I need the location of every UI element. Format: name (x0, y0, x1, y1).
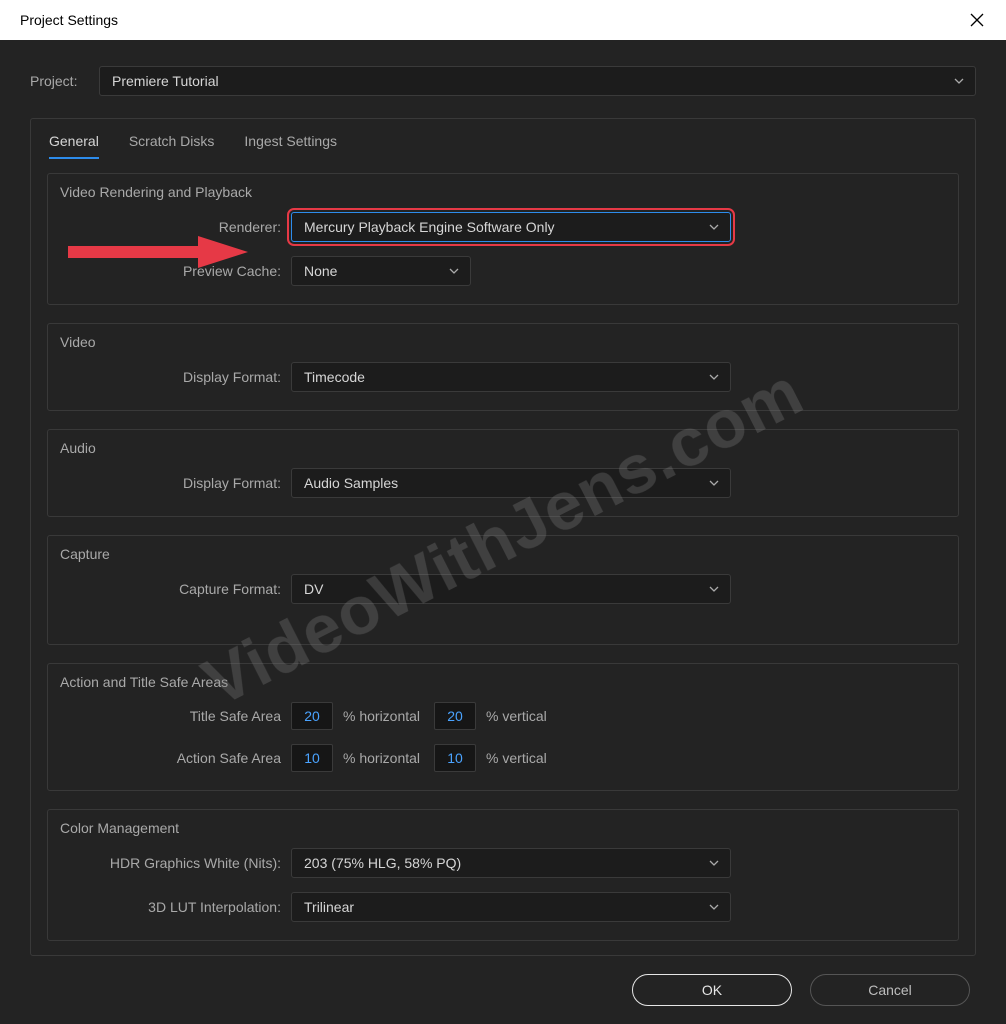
preview-cache-row: Preview Cache: None (66, 256, 940, 286)
capture-format-label: Capture Format: (66, 581, 291, 597)
hdr-white-label: HDR Graphics White (Nits): (66, 855, 291, 871)
renderer-select[interactable]: Mercury Playback Engine Software Only (291, 212, 731, 242)
dialog-buttons: OK Cancel (30, 956, 976, 1006)
chevron-down-icon (708, 857, 720, 869)
pct-horizontal-label: % horizontal (333, 750, 434, 766)
project-settings-window: Project Settings Project: Premiere Tutor… (0, 0, 1006, 1024)
preview-cache-select[interactable]: None (291, 256, 471, 286)
fieldset-capture: Capture Capture Format: DV (47, 535, 959, 645)
title-safe-v-input[interactable]: 20 (434, 702, 476, 730)
video-display-value: Timecode (304, 369, 365, 385)
hdr-white-value: 203 (75% HLG, 58% PQ) (304, 855, 461, 871)
action-safe-v-input[interactable]: 10 (434, 744, 476, 772)
settings-scroll: Video Rendering and Playback Renderer: M… (31, 169, 975, 955)
titlebar: Project Settings (0, 0, 1006, 40)
fieldset-color-management: Color Management HDR Graphics White (Nit… (47, 809, 959, 941)
project-selector-row: Project: Premiere Tutorial (30, 66, 976, 96)
cancel-button[interactable]: Cancel (810, 974, 970, 1006)
chevron-down-icon (708, 477, 720, 489)
lut-value: Trilinear (304, 899, 354, 915)
legend-color-management: Color Management (60, 820, 179, 836)
legend-audio: Audio (60, 440, 96, 456)
capture-format-value: DV (304, 581, 323, 597)
legend-capture: Capture (60, 546, 110, 562)
fieldset-safe-areas: Action and Title Safe Areas Title Safe A… (47, 663, 959, 791)
settings-panel: General Scratch Disks Ingest Settings Vi… (30, 118, 976, 956)
tabs: General Scratch Disks Ingest Settings (31, 119, 975, 169)
hdr-white-select[interactable]: 203 (75% HLG, 58% PQ) (291, 848, 731, 878)
hdr-white-row: HDR Graphics White (Nits): 203 (75% HLG,… (66, 848, 940, 878)
title-safe-h-input[interactable]: 20 (291, 702, 333, 730)
audio-display-label: Display Format: (66, 475, 291, 491)
tab-general[interactable]: General (49, 133, 99, 159)
tab-ingest-settings[interactable]: Ingest Settings (244, 133, 337, 159)
project-label: Project: (30, 73, 85, 89)
chevron-down-icon (708, 901, 720, 913)
lut-row: 3D LUT Interpolation: Trilinear (66, 892, 940, 922)
video-display-label: Display Format: (66, 369, 291, 385)
window-title: Project Settings (20, 12, 118, 28)
close-icon (970, 13, 984, 27)
fieldset-audio: Audio Display Format: Audio Samples (47, 429, 959, 517)
fieldset-video: Video Display Format: Timecode (47, 323, 959, 411)
capture-format-select[interactable]: DV (291, 574, 731, 604)
chevron-down-icon (708, 221, 720, 233)
audio-display-select[interactable]: Audio Samples (291, 468, 731, 498)
audio-display-value: Audio Samples (304, 475, 398, 491)
chevron-down-icon (953, 75, 965, 87)
fieldset-video-rendering: Video Rendering and Playback Renderer: M… (47, 173, 959, 305)
project-select[interactable]: Premiere Tutorial (99, 66, 976, 96)
chevron-down-icon (708, 371, 720, 383)
pct-vertical-label: % vertical (476, 750, 561, 766)
pct-vertical-label: % vertical (476, 708, 561, 724)
preview-cache-value: None (304, 263, 337, 279)
video-display-select[interactable]: Timecode (291, 362, 731, 392)
renderer-row: Renderer: Mercury Playback Engine Softwa… (66, 212, 940, 242)
renderer-value: Mercury Playback Engine Software Only (304, 219, 555, 235)
action-safe-h-input[interactable]: 10 (291, 744, 333, 772)
close-button[interactable] (968, 11, 986, 29)
legend-video: Video (60, 334, 96, 350)
dialog-content: Project: Premiere Tutorial General Scrat… (0, 40, 1006, 1024)
action-safe-row: Action Safe Area 10 % horizontal 10 % ve… (66, 744, 940, 772)
video-display-row: Display Format: Timecode (66, 362, 940, 392)
title-safe-label: Title Safe Area (66, 708, 291, 724)
renderer-label: Renderer: (66, 219, 291, 235)
chevron-down-icon (708, 583, 720, 595)
lut-select[interactable]: Trilinear (291, 892, 731, 922)
legend-safe-areas: Action and Title Safe Areas (60, 674, 228, 690)
chevron-down-icon (448, 265, 460, 277)
ok-button[interactable]: OK (632, 974, 792, 1006)
capture-format-row: Capture Format: DV (66, 574, 940, 604)
audio-display-row: Display Format: Audio Samples (66, 468, 940, 498)
pct-horizontal-label: % horizontal (333, 708, 434, 724)
lut-label: 3D LUT Interpolation: (66, 899, 291, 915)
tab-scratch-disks[interactable]: Scratch Disks (129, 133, 215, 159)
project-select-value: Premiere Tutorial (112, 73, 219, 89)
title-safe-row: Title Safe Area 20 % horizontal 20 % ver… (66, 702, 940, 730)
preview-cache-label: Preview Cache: (66, 263, 291, 279)
action-safe-label: Action Safe Area (66, 750, 291, 766)
legend-video-rendering: Video Rendering and Playback (60, 184, 252, 200)
